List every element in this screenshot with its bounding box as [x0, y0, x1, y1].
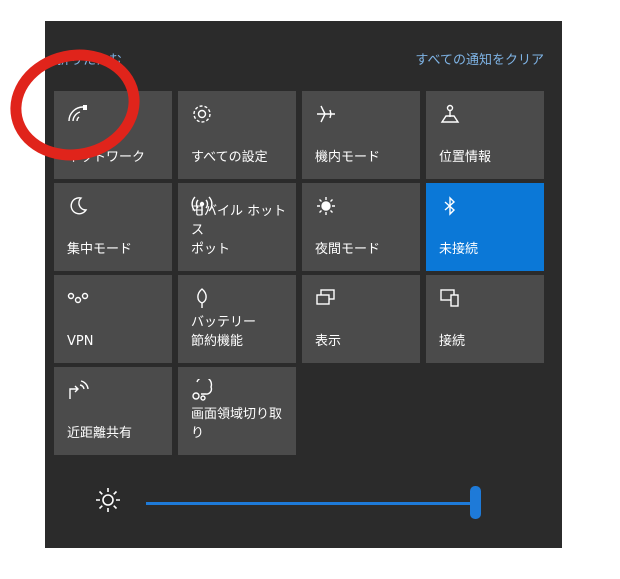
tile-nearby-sharing[interactable]: 近距離共有	[54, 367, 172, 455]
tile-airplane-mode[interactable]: 機内モード	[302, 91, 420, 179]
tile-label: モバイル ホットス ポット	[191, 204, 287, 257]
tile-label: 夜間モード	[315, 242, 381, 257]
gear-icon	[191, 103, 213, 125]
tile-project[interactable]: 表示	[302, 275, 420, 363]
tile-battery-saver[interactable]: バッテリー 節約機能	[178, 275, 296, 363]
tile-night-light[interactable]: 夜間モード	[302, 183, 420, 271]
tile-location[interactable]: 位置情報	[426, 91, 544, 179]
clear-all-notifications-link[interactable]: すべての通知をクリア	[415, 49, 544, 68]
tile-label: 表示	[315, 334, 342, 349]
tile-label: 集中モード	[67, 242, 133, 257]
tile-label: バッテリー 節約機能	[191, 315, 257, 349]
tile-label: 近距離共有	[67, 426, 133, 441]
tile-all-settings[interactable]: すべての設定	[178, 91, 296, 179]
brightness-slider-thumb[interactable]	[470, 486, 481, 519]
tile-label: 位置情報	[439, 150, 492, 165]
tile-label: 画面領域切り取 り	[191, 407, 283, 441]
brightness-icon	[94, 486, 122, 514]
brightness-slider-track[interactable]	[146, 502, 476, 505]
vpn-icon	[67, 287, 89, 309]
snip-icon	[191, 376, 213, 401]
tile-label: 機内モード	[315, 150, 381, 165]
tile-connect[interactable]: 接続	[426, 275, 544, 363]
connect-icon	[439, 287, 461, 309]
tile-screen-snip[interactable]: 画面領域切り取 り	[178, 367, 296, 455]
moon-icon	[67, 195, 89, 217]
tile-label: すべての設定	[191, 150, 268, 165]
tile-label: 接続	[439, 334, 466, 349]
location-icon	[439, 103, 461, 125]
battery-leaf-icon	[191, 287, 213, 309]
sun-icon	[315, 195, 337, 217]
tile-mobile-hotspot[interactable]: モバイル ホットス ポット	[178, 183, 296, 271]
airplane-icon	[315, 103, 337, 125]
nearby-share-icon	[67, 379, 89, 401]
tile-label: 未接続	[439, 242, 479, 257]
bluetooth-icon	[439, 195, 461, 217]
tile-bluetooth[interactable]: 未接続	[426, 183, 544, 271]
tile-focus-assist[interactable]: 集中モード	[54, 183, 172, 271]
display-icon	[315, 287, 337, 309]
tile-label: VPN	[67, 334, 94, 349]
tile-vpn[interactable]: VPN	[54, 275, 172, 363]
